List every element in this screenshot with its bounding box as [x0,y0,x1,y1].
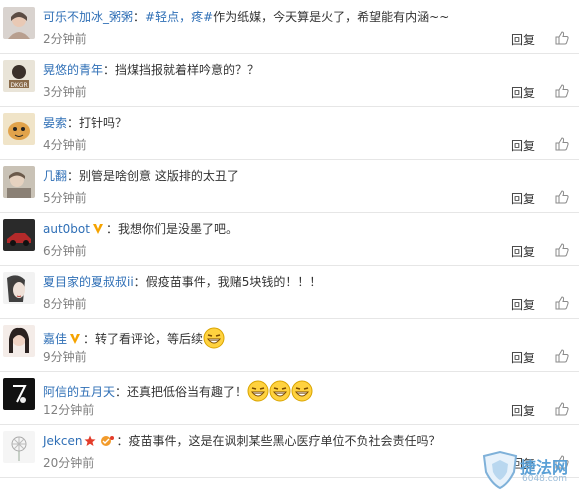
comment-line: aut0bot ：我想你们是没墨了吧。 [43,221,238,237]
comment-item: DKGR 晃悠的青年：挡煤挡报就着样吟意的？？ 3分钟前 回复 [0,53,579,107]
laughing-emoji-icon [203,327,225,349]
comment-time: 3分钟前 [43,85,87,99]
reply-button[interactable]: 回复 [511,31,535,48]
comment-time: 8分钟前 [43,297,87,311]
svg-text:DKGR: DKGR [10,82,27,89]
thumbs-up-icon[interactable] [555,242,569,257]
v-badge-icon [69,333,81,345]
comment-time: 20分钟前 [43,456,95,470]
separator: ： [116,434,129,448]
username-link[interactable]: 可乐不加冰_粥粥 [43,10,133,24]
comment-text: 作为纸媒，今天算是火了，希望能有内涵~~ [213,10,450,24]
comment-time: 2分钟前 [43,32,87,46]
comment-time: 9分钟前 [43,350,87,364]
comment-text: 假疫苗事件，我赌5块钱的！！！ [145,275,322,289]
separator: ： [133,275,146,289]
hashtag-link[interactable]: #轻点，疼# [145,10,213,24]
comment-text: 疫苗事件，这是在讽刺某些黑心医疗单位不负社会责任吗？ [128,434,441,448]
separator: ： [105,222,118,236]
comment-text: 转了看评论，等后续 [95,332,204,346]
comment-text: 别管是啥创意 这版排的太丑了 [79,169,239,183]
star-icon [84,435,96,447]
comment-line: 可乐不加冰_粥粥：#轻点，疼#作为纸媒，今天算是火了，希望能有内涵~~ [43,9,449,25]
comment-line: 阿信的五月天：还真把低俗当有趣了！ [43,380,313,402]
avatar[interactable] [3,113,35,145]
comment-item: 晏索：打针吗？ 4分钟前 回复 [0,106,579,160]
avatar[interactable] [3,219,35,251]
avatar[interactable]: DKGR [3,60,35,92]
avatar[interactable] [3,7,35,39]
reply-button[interactable]: 回复 [511,137,535,154]
username-link[interactable]: 阿信的五月天 [43,385,115,399]
watermark: 捷法网 6048.com [478,450,574,490]
username-link[interactable]: 晏索 [43,116,67,130]
separator: ： [83,332,96,346]
laughing-emoji-icon [247,380,269,402]
reply-button[interactable]: 回复 [511,349,535,366]
comment-item: 嘉佳 ：转了看评论，等后续 9分钟前 回复 [0,318,579,372]
avatar[interactable] [3,378,35,410]
comment-line: 晏索：打针吗？ [43,115,127,131]
thumbs-up-icon[interactable] [555,83,569,98]
comment-text: 我想你们是没墨了吧。 [117,222,238,236]
username-link[interactable]: 夏目家的夏叔叔ii [43,275,134,289]
thumbs-up-icon[interactable] [555,136,569,151]
reply-button[interactable]: 回复 [511,190,535,207]
comment-time: 4分钟前 [43,138,87,152]
laughing-emoji-icon [269,380,291,402]
avatar[interactable] [3,272,35,304]
comment-item: 几翻：别管是啥创意 这版排的太丑了 5分钟前 回复 [0,159,579,213]
separator: ： [115,385,128,399]
v-badge-icon [92,223,104,235]
member-icon [100,435,115,447]
avatar[interactable] [3,431,35,463]
comment-line: 夏目家的夏叔叔ii：假疫苗事件，我赌5块钱的！！！ [43,274,321,290]
comment-time: 12分钟前 [43,403,95,417]
avatar[interactable] [3,325,35,357]
separator: ： [67,116,80,130]
comment-time: 5分钟前 [43,191,87,205]
comment-item: aut0bot ：我想你们是没墨了吧。 6分钟前 回复 [0,212,579,266]
comment-item: 阿信的五月天：还真把低俗当有趣了！ 12分钟前 回复 [0,371,579,425]
thumbs-up-icon[interactable] [555,348,569,363]
reply-button[interactable]: 回复 [511,402,535,419]
comment-line: 晃悠的青年：挡煤挡报就着样吟意的？？ [43,62,259,78]
username-link[interactable]: Jekcen [43,434,82,448]
comment-text: 打针吗？ [79,116,128,130]
comment-item: 可乐不加冰_粥粥：#轻点，疼#作为纸媒，今天算是火了，希望能有内涵~~ 2分钟前 回… [0,0,579,54]
separator: ： [133,10,146,24]
separator: ： [67,169,80,183]
comment-time: 6分钟前 [43,244,87,258]
comment-text: 还真把低俗当有趣了！ [127,385,248,399]
separator: ： [103,63,116,77]
comment-line: 嘉佳 ：转了看评论，等后续 [43,327,225,349]
laughing-emoji-icon [291,380,313,402]
comment-feed: 可乐不加冰_粥粥：#轻点，疼#作为纸媒，今天算是火了，希望能有内涵~~ 2分钟前回… [0,0,579,494]
thumbs-up-icon[interactable] [555,30,569,45]
comment-line: Jekcen ：疫苗事件，这是在讽刺某些黑心医疗单位不负社会责任吗？ [43,433,441,449]
username-link[interactable]: 嘉佳 [43,332,67,346]
reply-button[interactable]: 回复 [511,84,535,101]
thumbs-up-icon[interactable] [555,401,569,416]
comment-line: 几翻：别管是啥创意 这版排的太丑了 [43,168,239,184]
reply-button[interactable]: 回复 [511,296,535,313]
username-link[interactable]: aut0bot [43,222,90,236]
avatar[interactable] [3,166,35,198]
watermark-url: 6048.com [522,474,567,484]
comment-item: 夏目家的夏叔叔ii：假疫苗事件，我赌5块钱的！！！ 8分钟前 回复 [0,265,579,319]
username-link[interactable]: 晃悠的青年 [43,63,103,77]
username-link[interactable]: 几翻 [43,169,67,183]
thumbs-up-icon[interactable] [555,295,569,310]
reply-button[interactable]: 回复 [511,243,535,260]
comment-text: 挡煤挡报就着样吟意的？？ [115,63,260,77]
thumbs-up-icon[interactable] [555,189,569,204]
